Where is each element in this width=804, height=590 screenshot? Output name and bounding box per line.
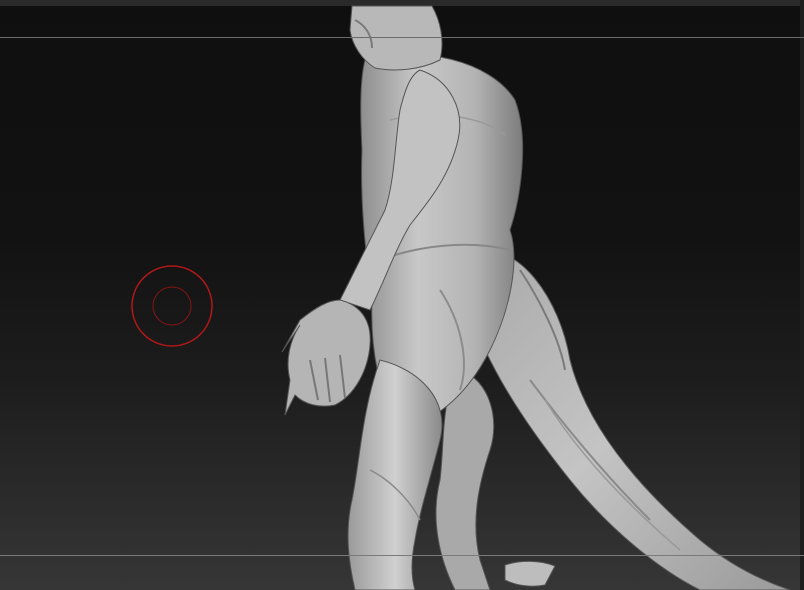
sculpt-viewport[interactable] [0,0,804,590]
brush-cursor-icon [131,265,213,347]
creature-sculpt-model[interactable] [0,0,804,590]
tail-shape [463,248,791,590]
hand-shape [281,299,371,416]
viewport-frame-top-line [0,37,804,38]
viewport-frame-bottom-line [0,555,804,556]
